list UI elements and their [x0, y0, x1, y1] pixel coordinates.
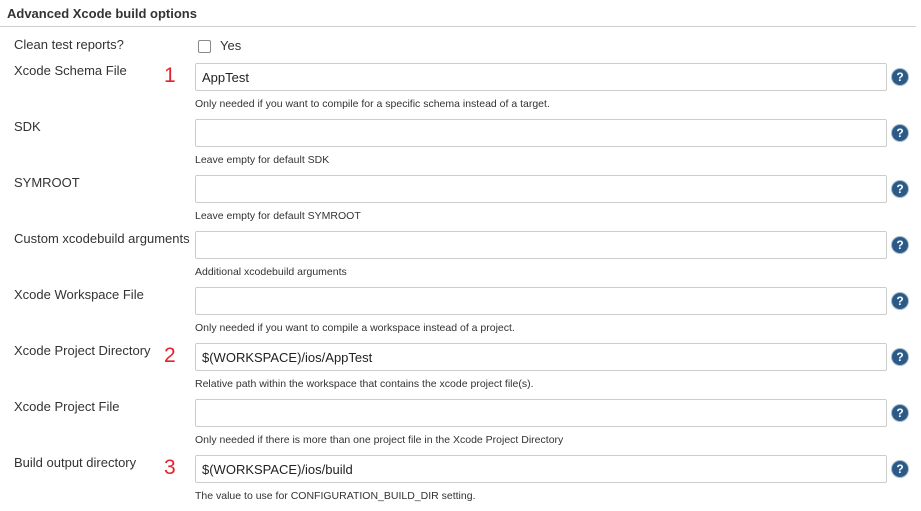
annotation-marker: 3: [164, 456, 176, 479]
field-label: Custom xcodebuild arguments: [14, 231, 190, 246]
project-file-input[interactable]: [195, 399, 887, 427]
help-icon[interactable]: ?: [892, 237, 908, 253]
help-icon[interactable]: ?: [892, 405, 908, 421]
field-row-sdk: SDK ? Leave empty for default SDK: [0, 119, 921, 175]
field-help-text: Only needed if you want to compile for a…: [195, 98, 550, 110]
section-title: Advanced Xcode build options: [7, 6, 197, 21]
clean-test-reports-checkbox-label[interactable]: Yes: [220, 38, 241, 53]
sdk-input[interactable]: [195, 119, 887, 147]
field-label: SDK: [14, 119, 41, 134]
field-row-symroot: SYMROOT ? Leave empty for default SYMROO…: [0, 175, 921, 231]
field-label: SYMROOT: [14, 175, 80, 190]
field-help-text: The value to use for CONFIGURATION_BUILD…: [195, 490, 476, 502]
field-label: Xcode Project Directory: [14, 343, 151, 358]
field-row-project-directory: Xcode Project Directory 2 ? Relative pat…: [0, 343, 921, 399]
custom-xcodebuild-args-input[interactable]: [195, 231, 887, 259]
field-help-text: Leave empty for default SDK: [195, 154, 330, 166]
help-icon[interactable]: ?: [892, 293, 908, 309]
help-icon[interactable]: ?: [892, 461, 908, 477]
build-output-directory-input[interactable]: [195, 455, 887, 483]
field-row-custom-args: Custom xcodebuild arguments ? Additional…: [0, 231, 921, 287]
field-label: Xcode Schema File: [14, 63, 127, 78]
field-help-text: Relative path within the workspace that …: [195, 378, 534, 390]
field-row-project-file: Xcode Project File ? Only needed if ther…: [0, 399, 921, 455]
field-row-build-output-directory: Build output directory 3 ? The value to …: [0, 455, 921, 511]
field-help-text: Only needed if there is more than one pr…: [195, 434, 564, 446]
annotation-marker: 1: [164, 64, 176, 87]
workspace-file-input[interactable]: [195, 287, 887, 315]
field-help-text: Leave empty for default SYMROOT: [195, 210, 361, 222]
schema-file-input[interactable]: [195, 63, 887, 91]
field-help-text: Only needed if you want to compile a wor…: [195, 322, 515, 334]
help-icon[interactable]: ?: [892, 69, 908, 85]
field-row-workspace-file: Xcode Workspace File ? Only needed if yo…: [0, 287, 921, 343]
field-row-schema-file: Xcode Schema File 1 ? Only needed if you…: [0, 63, 921, 119]
field-label: Xcode Project File: [14, 399, 120, 414]
symroot-input[interactable]: [195, 175, 887, 203]
field-help-text: Additional xcodebuild arguments: [195, 266, 347, 278]
clean-test-reports-label: Clean test reports?: [14, 37, 124, 52]
section-header: Advanced Xcode build options: [0, 0, 916, 27]
field-label: Build output directory: [14, 455, 137, 470]
help-icon[interactable]: ?: [892, 181, 908, 197]
help-icon[interactable]: ?: [892, 349, 908, 365]
project-directory-input[interactable]: [195, 343, 887, 371]
help-icon[interactable]: ?: [892, 125, 908, 141]
clean-test-reports-checkbox[interactable]: [198, 40, 211, 53]
field-label: Xcode Workspace File: [14, 287, 144, 302]
annotation-marker: 2: [164, 344, 176, 367]
